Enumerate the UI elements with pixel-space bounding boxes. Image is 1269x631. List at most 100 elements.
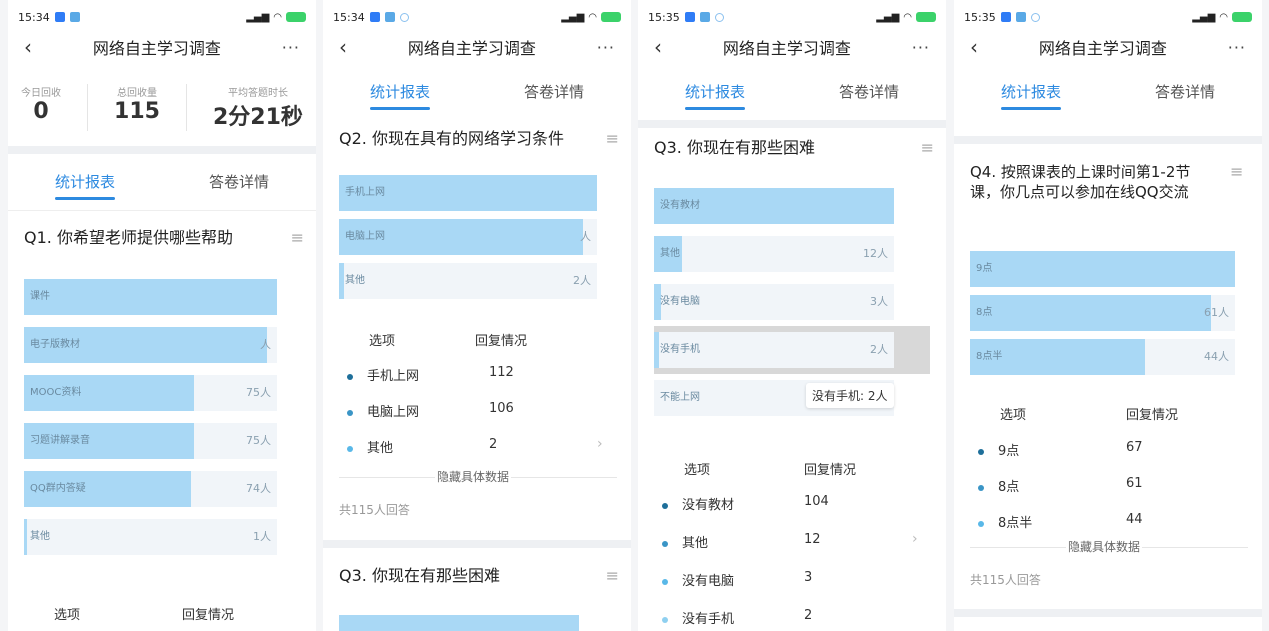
- bar-label: 9点: [976, 263, 993, 274]
- legend-dot-icon: [347, 445, 353, 452]
- tab-detail[interactable]: 答卷详情: [829, 72, 909, 112]
- table-header-reply: 回复情况: [1126, 408, 1179, 423]
- back-arrow-icon[interactable]: ‹: [339, 35, 347, 59]
- bar-row[interactable]: 习题讲解录音 75人: [24, 423, 277, 459]
- bar-count: 3人: [870, 295, 888, 308]
- bar-row[interactable]: 其他 12人: [654, 236, 894, 272]
- hide-data-toggle[interactable]: 隐藏具体数据: [1066, 538, 1143, 555]
- legend-dot-icon: [662, 578, 668, 585]
- section-divider: [638, 120, 946, 128]
- option-label: 没有电脑: [682, 574, 735, 589]
- bar-row[interactable]: 9点: [970, 251, 1235, 287]
- bar-label: 手机上网: [345, 187, 385, 198]
- more-options-icon[interactable]: ···: [282, 38, 300, 57]
- bar-row[interactable]: 电子版教材 人: [24, 327, 277, 363]
- tab-stats[interactable]: 统计报表: [675, 72, 755, 112]
- bar-count: 44人: [1204, 350, 1229, 363]
- table-header-reply: 回复情况: [804, 463, 857, 478]
- screen-panel-2: 15:34 ▂▄▆ ◠ ‹ 网络自主学习调查 ··· 统计报表 答卷详情 Q2. …: [323, 0, 631, 631]
- tab-detail[interactable]: 答卷详情: [1145, 72, 1225, 112]
- bar-row[interactable]: 8点 61人: [970, 295, 1235, 331]
- option-label: 其他: [682, 536, 709, 551]
- legend-dot-icon: [978, 520, 984, 527]
- more-options-icon[interactable]: ···: [597, 38, 615, 57]
- wifi-icon: ◠: [273, 11, 282, 23]
- app-notification-icon: [1000, 12, 1011, 22]
- bar-row[interactable]: 手机上网: [339, 175, 597, 211]
- signal-icon: ▂▄▆: [876, 11, 900, 23]
- table-row-option: 8点半: [978, 512, 1032, 531]
- bar-label: 8点: [976, 307, 993, 318]
- bar-label: 课件: [30, 291, 50, 302]
- option-label: 8点: [998, 480, 1020, 495]
- tab-stats[interactable]: 统计报表: [991, 72, 1071, 112]
- page-title: 网络自主学习调查: [722, 39, 851, 58]
- bar-label: 电子版教材: [30, 339, 80, 350]
- legend-dot-icon: [978, 448, 984, 455]
- bar-label: MOOC资料: [30, 387, 82, 398]
- menu-icon[interactable]: ≡: [606, 128, 619, 150]
- bar-label: QQ群内答疑: [30, 483, 86, 494]
- bar-fill: [339, 263, 344, 299]
- bar-row[interactable]: 电脑上网 人: [339, 219, 597, 255]
- bar-row[interactable]: 8点半 44人: [970, 339, 1235, 375]
- menu-icon[interactable]: ≡: [921, 137, 934, 159]
- table-row-reply: 2: [489, 437, 498, 452]
- table-row-option: 没有手机: [662, 608, 734, 627]
- question-title: Q3. 你现在有那些困难 ≡: [339, 565, 619, 587]
- tab-bar: 统计报表 答卷详情: [954, 72, 1262, 112]
- bar-row[interactable]: QQ群内答疑 74人: [24, 471, 277, 507]
- bar-row[interactable]: MOOC资料 75人: [24, 375, 277, 411]
- bar-row[interactable]: 没有手机 2人: [654, 332, 894, 368]
- status-icons: ▂▄▆ ◠: [1192, 12, 1252, 23]
- wifi-icon: ◠: [903, 11, 912, 23]
- tab-stats[interactable]: 统计报表: [360, 72, 440, 112]
- bar-label: 没有电脑: [660, 296, 700, 307]
- more-options-icon[interactable]: ···: [912, 38, 930, 57]
- top-header: ‹ 网络自主学习调查 ···: [8, 34, 316, 60]
- legend-dot-icon: [347, 409, 353, 416]
- bar-row[interactable]: 其他 1人: [24, 519, 277, 555]
- hide-data-toggle[interactable]: 隐藏具体数据: [435, 468, 512, 485]
- bar-row[interactable]: 没有电脑 3人: [654, 284, 894, 320]
- chevron-right-icon[interactable]: ›: [597, 436, 603, 452]
- top-header: ‹ 网络自主学习调查 ···: [638, 34, 946, 60]
- back-arrow-icon[interactable]: ‹: [24, 35, 32, 59]
- table-row-reply: 3: [804, 570, 813, 585]
- app-notification-icon: [699, 12, 710, 22]
- app-notification-icon: [384, 12, 395, 22]
- total-answers: 共115人回答: [970, 573, 1041, 587]
- table-row-option: 8点: [978, 476, 1019, 495]
- menu-icon[interactable]: ≡: [1230, 162, 1243, 181]
- signal-icon: ▂▄▆: [1192, 11, 1216, 23]
- table-row-option: 其他: [347, 437, 393, 456]
- bar-label: 其他: [345, 275, 365, 286]
- table-header-reply: 回复情况: [475, 334, 528, 349]
- section-divider: [8, 146, 316, 154]
- back-arrow-icon[interactable]: ‹: [970, 35, 978, 59]
- bar-row[interactable]: 课件: [24, 279, 277, 315]
- bar-row[interactable]: 其他 2人: [339, 263, 597, 299]
- section-divider: [954, 609, 1262, 617]
- chevron-right-icon[interactable]: ›: [912, 531, 918, 547]
- bar-row[interactable]: 没有教材: [654, 188, 894, 224]
- wifi-icon: ◠: [588, 11, 597, 23]
- table-header-reply: 回复情况: [182, 608, 235, 623]
- bar-count: 2人: [870, 343, 888, 356]
- wifi-icon: ◠: [1219, 11, 1228, 23]
- bar-fill: [24, 279, 277, 315]
- bar-fill: [339, 615, 579, 631]
- bar-count: 人: [580, 230, 591, 243]
- table-row-option: 没有教材: [662, 494, 734, 513]
- more-options-icon[interactable]: ···: [1228, 38, 1246, 57]
- tab-detail[interactable]: 答卷详情: [514, 72, 594, 112]
- section-divider: [954, 136, 1262, 144]
- signal-icon: ▂▄▆: [561, 11, 585, 23]
- status-icons: ▂▄▆ ◠: [561, 12, 621, 23]
- bar-label: 没有教材: [660, 200, 700, 211]
- menu-icon[interactable]: ≡: [606, 565, 619, 587]
- back-arrow-icon[interactable]: ‹: [654, 35, 662, 59]
- menu-icon[interactable]: ≡: [291, 227, 304, 249]
- tab-stats[interactable]: 统计报表: [45, 162, 125, 202]
- tab-detail[interactable]: 答卷详情: [199, 162, 279, 202]
